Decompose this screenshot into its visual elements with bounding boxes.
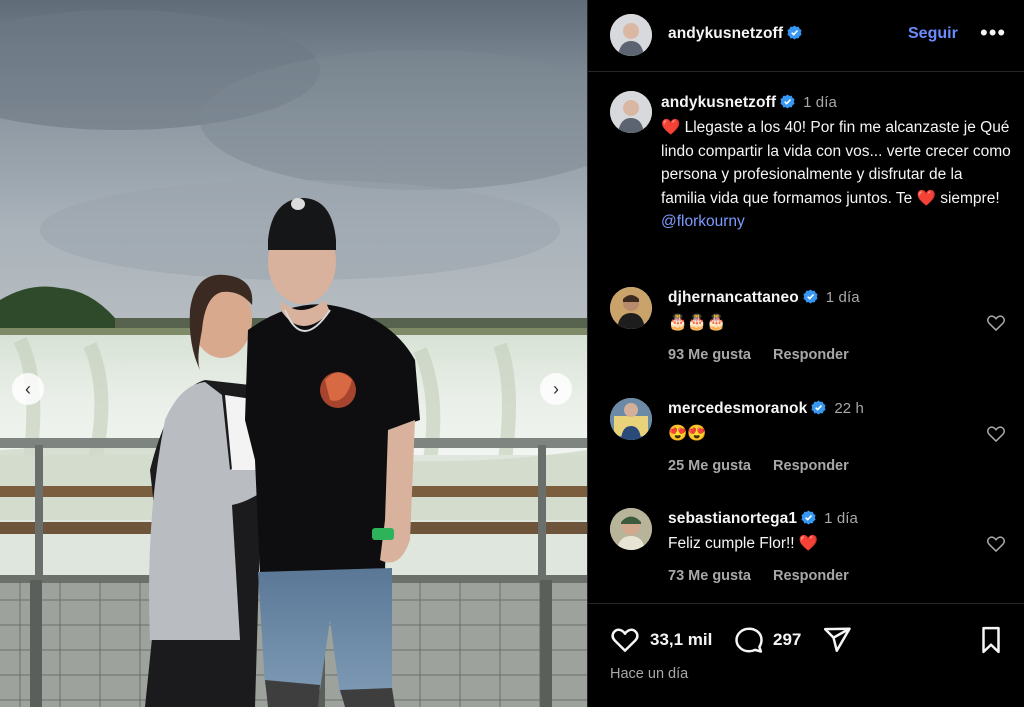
comment-username-text: mercedesmoranok: [668, 400, 808, 417]
comment-like-heart-icon[interactable]: [986, 534, 1006, 554]
caption-time: 1 día: [803, 94, 837, 111]
comment-likes-count[interactable]: 93 Me gusta: [668, 347, 751, 363]
follow-button[interactable]: Seguir: [908, 25, 958, 43]
person-avatar-icon: [610, 14, 652, 56]
comment-reply-button[interactable]: Responder: [773, 568, 849, 584]
chevron-right-icon: ›: [553, 379, 559, 399]
person-avatar-icon: [610, 287, 652, 329]
comment-time: 1 día: [825, 289, 860, 306]
comment-avatar[interactable]: [610, 398, 652, 440]
person-avatar-icon: [610, 398, 652, 440]
comment-meta: 93 Me gusta Responder: [668, 347, 867, 363]
comment-bubble-icon[interactable]: [734, 625, 764, 655]
caption-author[interactable]: andykusnetzoff 1 día: [661, 94, 837, 112]
post-side-panel: andykusnetzoff Seguir ••• andykusnetzoff…: [587, 0, 1024, 707]
author-avatar[interactable]: [610, 14, 652, 56]
verified-badge-icon: [811, 400, 826, 415]
comment-avatar[interactable]: [610, 287, 652, 329]
caption-text: ❤️ Llegaste a los 40! Por fin me alcanza…: [661, 116, 1011, 234]
caption-author-avatar[interactable]: [610, 91, 652, 133]
comment-item: sebastianortega1 1 día Feliz cumple Flor!…: [588, 508, 1024, 604]
comment-text: 🎂🎂🎂: [668, 314, 726, 331]
like-heart-icon[interactable]: [610, 625, 640, 655]
post-photo[interactable]: ‹ ›: [0, 0, 587, 707]
carousel-prev-button[interactable]: ‹: [12, 373, 44, 405]
share-paper-plane-icon[interactable]: [822, 625, 852, 655]
more-options-icon[interactable]: •••: [980, 22, 1006, 44]
comment-reply-button[interactable]: Responder: [773, 458, 849, 474]
instagram-post-modal: ‹ › andykusnetzoff Seguir ••• andykusnet…: [0, 0, 1024, 707]
verified-badge-icon: [801, 510, 816, 525]
comment-item: djhernancattaneo 1 día 🎂🎂🎂 93 Me gusta Re…: [588, 287, 1024, 383]
comment-username-text: djhernancattaneo: [668, 289, 799, 306]
person-avatar-icon: [610, 508, 652, 550]
comment-like-heart-icon[interactable]: [986, 424, 1006, 444]
caption-mention-link[interactable]: @florkourny: [661, 213, 745, 230]
caption-username: andykusnetzoff: [661, 94, 777, 111]
comment-meta: 25 Me gusta Responder: [668, 458, 867, 474]
carousel-next-button[interactable]: ›: [540, 373, 572, 405]
waterfall-couple-photo: [0, 0, 587, 707]
save-bookmark-icon[interactable]: [976, 625, 1006, 655]
comment-username[interactable]: sebastianortega1 1 día: [668, 510, 858, 528]
comment-text: Feliz cumple Flor!! ❤️: [668, 535, 819, 552]
comment-like-heart-icon[interactable]: [986, 313, 1006, 333]
comment-likes-count[interactable]: 25 Me gusta: [668, 458, 751, 474]
verified-badge-icon: [787, 25, 802, 40]
comment-username-text: sebastianortega1: [668, 510, 798, 527]
comment-time: 1 día: [824, 510, 858, 527]
comments-count[interactable]: 297: [773, 630, 801, 650]
comment-username[interactable]: mercedesmoranok 22 h: [668, 400, 864, 418]
post-actions-bar: 33,1 mil 297 Hace un día: [588, 603, 1024, 707]
chevron-left-icon: ‹: [25, 379, 31, 399]
comment-time: 22 h: [834, 400, 864, 417]
likes-count[interactable]: 33,1 mil: [650, 630, 712, 650]
comment-meta: 73 Me gusta Responder: [668, 568, 867, 584]
verified-badge-icon: [803, 289, 818, 304]
post-header: andykusnetzoff Seguir •••: [588, 0, 1024, 72]
comment-likes-count[interactable]: 73 Me gusta: [668, 568, 751, 584]
comment-avatar[interactable]: [610, 508, 652, 550]
person-avatar-icon: [610, 91, 652, 133]
verified-badge-icon: [780, 94, 795, 109]
comment-reply-button[interactable]: Responder: [773, 347, 849, 363]
author-username-text: andykusnetzoff: [668, 25, 784, 42]
comment-text: 😍😍: [668, 425, 707, 442]
comment-item: mercedesmoranok 22 h 😍😍 25 Me gusta Respo…: [588, 398, 1024, 494]
caption-body: ❤️ Llegaste a los 40! Por fin me alcanza…: [661, 119, 1011, 207]
author-username[interactable]: andykusnetzoff: [668, 25, 802, 43]
post-date: Hace un día: [610, 666, 689, 682]
comment-username[interactable]: djhernancattaneo 1 día: [668, 289, 860, 307]
